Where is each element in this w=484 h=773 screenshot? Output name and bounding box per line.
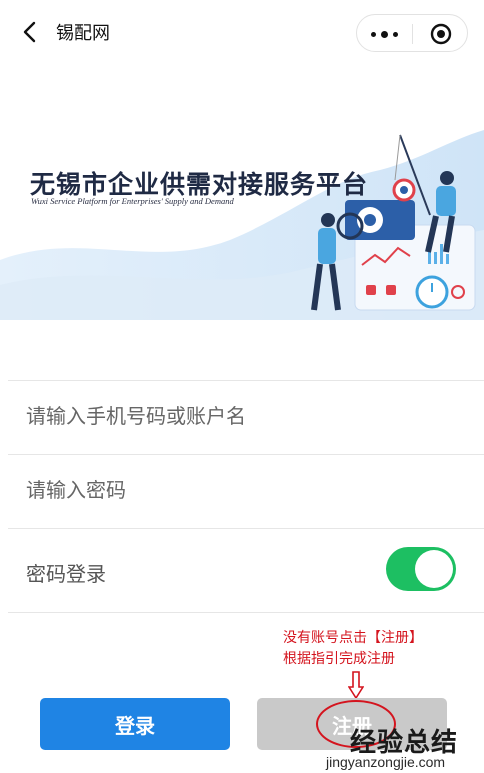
banner-illustration <box>0 130 484 320</box>
miniprogram-capsule <box>356 14 468 52</box>
platform-banner: 无锡市企业供需对接服务平台 Wuxi Service Platform for … <box>0 120 484 320</box>
divider <box>8 528 484 529</box>
toggle-knob <box>415 550 453 588</box>
password-login-label: 密码登录 <box>26 564 106 586</box>
down-arrow-icon <box>348 671 364 699</box>
more-dots-icon <box>371 31 376 37</box>
close-miniprogram-button[interactable] <box>413 15 468 53</box>
divider <box>8 454 484 455</box>
register-hint-annotation: 没有账号点击【注册】 根据指引完成注册 <box>283 628 423 670</box>
divider <box>8 380 484 381</box>
back-button[interactable] <box>16 18 44 46</box>
nav-bar: 锡配网 <box>0 0 484 64</box>
password-input[interactable] <box>26 471 466 511</box>
target-close-icon <box>430 23 451 45</box>
account-field <box>26 397 466 437</box>
password-login-toggle[interactable] <box>386 547 456 591</box>
password-field <box>26 471 466 511</box>
login-button[interactable]: 登录 <box>40 698 230 750</box>
divider <box>8 612 484 613</box>
annotation-line-2: 根据指引完成注册 <box>283 652 395 667</box>
page-title: 锡配网 <box>56 23 110 43</box>
annotation-line-1: 没有账号点击【注册】 <box>283 631 423 646</box>
more-menu-button[interactable] <box>357 15 412 53</box>
banner-subtitle: Wuxi Service Platform for Enterprises' S… <box>31 196 234 206</box>
chevron-left-icon <box>23 21 36 43</box>
watermark-url: jingyanzongjie.com <box>326 754 446 770</box>
account-input[interactable] <box>26 397 466 437</box>
